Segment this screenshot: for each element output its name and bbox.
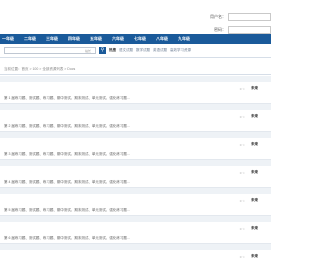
grade-nav: 一年级 二年级 三年级 四年级 五年级 六年级 七年级 八年级 九年级 <box>0 34 271 44</box>
item-description: 第 6 届练习题、测试题、练习题、期中测试、期末测试、单元测试、强化练习题... <box>4 236 130 240</box>
item-header-band <box>0 104 271 110</box>
view-count: 0 ☆ <box>239 198 245 203</box>
search-bar: 站长 ⚲ 热搜 语文试题 数学试题 英语试题 高效学习资源 <box>0 45 271 55</box>
item-meta: 0 ☆ 未来 <box>240 142 258 147</box>
nav-item[interactable]: 三年级 <box>46 36 68 42</box>
view-count: 0 ☆ <box>239 142 245 147</box>
hot-tag[interactable]: 高效学习资源 <box>170 48 191 53</box>
username-row: 用户名： <box>206 12 271 21</box>
hot-tag[interactable]: 语文试题 <box>119 48 133 53</box>
hot-tag-label: 热搜 <box>109 47 116 52</box>
hot-tag[interactable]: 数学试题 <box>136 48 150 53</box>
item-header-band <box>0 188 271 194</box>
item-description: 第 5 届练习题、测试题、练习题、期中测试、期末测试、单元测试、强化练习题... <box>4 208 130 212</box>
item-description: 第 4 届练习题、测试题、练习题、期中测试、期末测试、单元测试、强化练习题... <box>4 180 130 184</box>
divider <box>0 57 271 58</box>
item-meta: 0 ☆ 未来 <box>240 114 258 119</box>
nav-item[interactable]: 四年级 <box>68 36 90 42</box>
item-description: 第 3 届练习题、测试题、练习题、期中测试、期末测试、单元测试、强化练习题... <box>4 152 130 156</box>
view-count: 0 ☆ <box>239 86 245 91</box>
view-count: 0 ☆ <box>239 226 245 231</box>
item-meta: 0 ☆ 未来 <box>240 86 258 91</box>
item-header-band <box>0 160 271 166</box>
divider <box>0 74 271 75</box>
item-meta: 0 ☆ 未来 <box>240 226 258 231</box>
author[interactable]: 未来 <box>251 198 258 203</box>
item-header-band <box>0 244 271 250</box>
item-description: 第 2 届练习题、测试题、练习题、期中测试、期末测试、单元测试、强化练习题... <box>4 124 130 128</box>
nav-item[interactable]: 八年级 <box>156 36 178 42</box>
password-label: 密码： <box>214 26 226 32</box>
hot-tags: 热搜 语文试题 数学试题 英语试题 高效学习资源 <box>109 48 194 53</box>
list-item[interactable]: 0 ☆ 未来 <box>0 244 271 272</box>
item-header-band <box>0 132 271 138</box>
password-row: 密码： <box>206 25 271 34</box>
list-item[interactable]: 0 ☆ 未来 第 5 届练习题、测试题、练习题、期中测试、期末测试、单元测试、强… <box>0 188 271 216</box>
nav-item[interactable]: 五年级 <box>90 36 112 42</box>
author[interactable]: 未来 <box>251 86 258 91</box>
page: 用户名： 密码： 一年级 二年级 三年级 四年级 五年级 六年级 七年级 八年级… <box>0 0 271 274</box>
item-header-band <box>0 76 271 82</box>
username-label: 用户名： <box>210 13 226 19</box>
view-count: 0 ☆ <box>239 114 245 119</box>
search-icon: ⚲ <box>100 47 105 53</box>
author[interactable]: 未来 <box>251 254 258 259</box>
nav-item[interactable]: 二年级 <box>24 36 46 42</box>
username-input[interactable] <box>228 12 271 21</box>
search-button[interactable]: ⚲ <box>99 46 106 54</box>
item-meta: 0 ☆ 未来 <box>240 198 258 203</box>
nav-item[interactable]: 九年级 <box>178 36 200 42</box>
item-description: 第 1 届练习题、测试题、练习题、期中测试、期末测试、单元测试、强化练习题... <box>4 96 130 100</box>
nav-item[interactable]: 六年级 <box>112 36 134 42</box>
list-item[interactable]: 0 ☆ 未来 第 4 届练习题、测试题、练习题、期中测试、期末测试、单元测试、强… <box>0 160 271 188</box>
view-count: 0 ☆ <box>239 254 245 259</box>
item-header-band <box>0 216 271 222</box>
search-input[interactable]: 站长 <box>4 46 96 54</box>
nav-item[interactable]: 七年级 <box>134 36 156 42</box>
search-suffix: 站长 <box>84 48 91 53</box>
breadcrumb: 当前位置：首页 > 100 > 全部资源列表 > Docs <box>4 67 76 71</box>
password-input[interactable] <box>228 25 271 34</box>
item-meta: 0 ☆ 未来 <box>240 254 258 259</box>
author[interactable]: 未来 <box>251 142 258 147</box>
list-item[interactable]: 0 ☆ 未来 第 3 届练习题、测试题、练习题、期中测试、期末测试、单元测试、强… <box>0 132 271 160</box>
author[interactable]: 未来 <box>251 114 258 119</box>
list-item[interactable]: 0 ☆ 未来 第 2 届练习题、测试题、练习题、期中测试、期末测试、单元测试、强… <box>0 104 271 132</box>
list-item[interactable]: 0 ☆ 未来 第 6 届练习题、测试题、练习题、期中测试、期末测试、单元测试、强… <box>0 216 271 244</box>
resource-list: 0 ☆ 未来 第 1 届练习题、测试题、练习题、期中测试、期末测试、单元测试、强… <box>0 76 271 272</box>
item-meta: 0 ☆ 未来 <box>240 170 258 175</box>
author[interactable]: 未来 <box>251 226 258 231</box>
list-item[interactable]: 0 ☆ 未来 第 1 届练习题、测试题、练习题、期中测试、期末测试、单元测试、强… <box>0 76 271 104</box>
view-count: 0 ☆ <box>239 170 245 175</box>
nav-item[interactable]: 一年级 <box>2 36 24 42</box>
author[interactable]: 未来 <box>251 170 258 175</box>
hot-tag[interactable]: 英语试题 <box>153 48 167 53</box>
